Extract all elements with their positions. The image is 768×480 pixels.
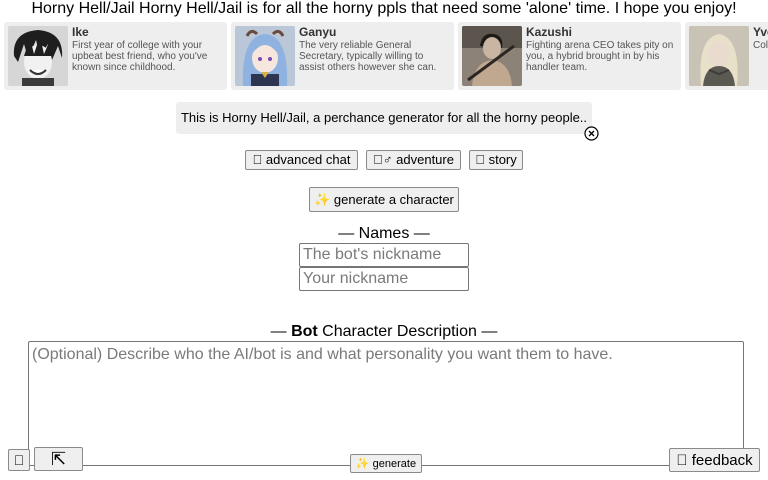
character-card-ike[interactable]: Ike First year of college with your upbe… xyxy=(4,22,227,90)
heading-rest: Character Description — xyxy=(317,323,498,340)
character-description: Col... ma... und... xyxy=(753,40,768,51)
intro-notice: This is Horny Hell/Jail, a perchance gen… xyxy=(176,102,592,134)
character-description: Fighting arena CEO takes pity on you, a … xyxy=(526,40,674,73)
character-card-kazushi[interactable]: Kazushi Fighting arena CEO takes pity on… xyxy=(458,22,681,90)
menu-button[interactable]:   xyxy=(8,449,30,471)
generate-button[interactable]: ✨ generate xyxy=(350,454,422,473)
character-name: Ganyu xyxy=(299,25,337,39)
page-banner: Horny Hell/Jail Horny Hell/Jail is for a… xyxy=(31,0,737,17)
adventure-button[interactable]:  ♂ adventure xyxy=(366,150,461,170)
character-cards: Ike First year of college with your upbe… xyxy=(4,22,768,90)
character-name: Kazushi xyxy=(526,25,573,39)
character-card-yve[interactable]: Yve Col... ma... und... xyxy=(685,22,768,90)
character-description: The very reliable General Secretary, typ… xyxy=(299,40,437,73)
character-name: Yve xyxy=(753,25,768,39)
generate-character-button[interactable]: ✨ generate a character xyxy=(309,187,459,212)
feedback-button[interactable]:   feedback xyxy=(669,448,760,472)
heading-bold: Bot xyxy=(291,323,318,340)
user-nickname-input[interactable] xyxy=(299,267,469,291)
avatar xyxy=(689,26,749,86)
heading-prefix: — xyxy=(270,323,292,340)
character-card-ganyu[interactable]: Ganyu The very reliable General Secretar… xyxy=(231,22,454,90)
advanced-chat-button[interactable]:   advanced chat xyxy=(245,150,358,170)
character-description: First year of college with your upbeat b… xyxy=(72,40,208,73)
avatar xyxy=(235,26,295,86)
character-name: Ike xyxy=(72,25,89,39)
close-icon[interactable] xyxy=(584,126,599,141)
story-button[interactable]:   story xyxy=(469,150,523,170)
avatar xyxy=(8,26,68,86)
bot-nickname-input[interactable] xyxy=(299,243,469,267)
avatar xyxy=(462,26,522,86)
character-description-textarea[interactable] xyxy=(28,341,744,466)
expand-button[interactable]: ⇱ xyxy=(34,447,83,471)
names-heading: — Names — xyxy=(338,225,430,242)
character-description-heading: — Bot Character Description — xyxy=(0,323,768,341)
